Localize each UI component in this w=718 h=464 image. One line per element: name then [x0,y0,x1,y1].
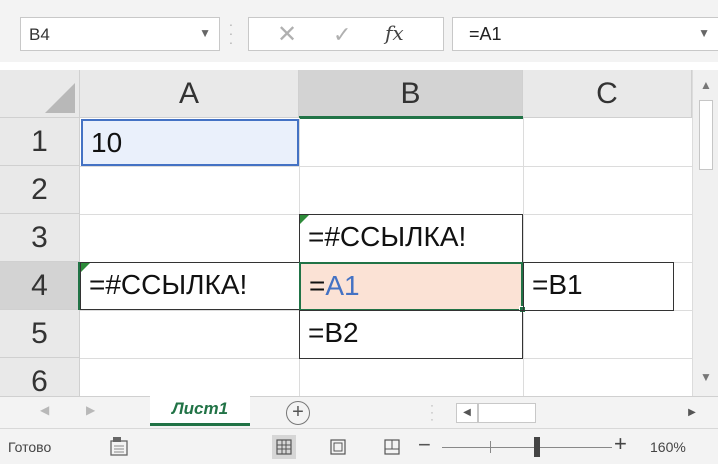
horizontal-scroll-thumb[interactable] [478,403,536,423]
vertical-scroll-thumb[interactable] [699,100,713,170]
row-header-5[interactable]: 5 [0,310,80,358]
formula-reference-a1: A1 [325,270,360,301]
zoom-slider-thumb[interactable] [534,437,540,457]
select-all-triangle-icon [45,83,75,113]
worksheet-grid[interactable]: A B C 1 2 3 4 5 6 10 =#ССЫЛКА! =#ССЫЛКА!… [0,70,718,396]
formula-buttons: ✕ ✓ fx [248,17,444,51]
zoom-slider-track[interactable] [442,447,612,448]
divider-dots-icon[interactable]: · · · [430,399,436,425]
cell-b3-value: =#ССЫЛКА! [308,221,467,252]
insert-function-button[interactable]: fx [385,21,404,45]
row-header-2[interactable]: 2 [0,166,80,214]
formula-text: =A1 [469,24,502,44]
formula-equals: = [309,270,326,301]
scroll-up-icon[interactable]: ▲ [693,78,718,92]
select-all-button[interactable] [0,70,80,118]
enter-icon[interactable]: ✓ [333,22,351,48]
column-b-selection-indicator [299,116,523,119]
zoom-out-icon[interactable]: − [418,432,431,458]
page-break-view-icon[interactable] [380,435,404,459]
tab-prev-icon[interactable]: ◀ [40,403,49,417]
divider-dots-icon: · · · [228,16,234,50]
macro-recording-icon[interactable] [108,435,130,457]
zoom-slider-midpoint [490,441,491,453]
error-indicator-icon [81,263,90,272]
sheet-tab-bar: ◀ ▶ Лист1 + · · · ◀ ▶ [0,396,718,428]
plus-circle-icon[interactable]: + [286,401,310,425]
gridline [80,166,692,167]
vertical-scrollbar[interactable]: ▲ ▼ [692,70,718,396]
page-layout-view-icon[interactable] [326,435,350,459]
formula-input[interactable]: =A1 ▼ [452,17,718,51]
expand-formula-bar-icon[interactable]: ▼ [698,26,710,40]
row-header-6[interactable]: 6 [0,358,80,396]
cancel-icon[interactable]: ✕ [277,20,297,49]
row-header-3[interactable]: 3 [0,214,80,262]
cell-b4-active[interactable]: =A1 [299,262,523,311]
gridline [523,118,524,396]
column-header-c[interactable]: C [523,70,692,118]
status-bar: Готово − + 160% [0,428,718,464]
column-header-a[interactable]: A [80,70,299,118]
scroll-right-icon[interactable]: ▶ [682,403,702,423]
tab-next-icon[interactable]: ▶ [86,403,95,417]
row-header-1[interactable]: 1 [0,118,80,166]
normal-view-icon[interactable] [272,435,296,459]
horizontal-scrollbar[interactable]: ◀ ▶ [454,403,718,423]
cell-c4[interactable]: =B1 [523,262,674,311]
formula-bar: B4 ▼ · · · ✕ ✓ fx =A1 ▼ [0,0,718,62]
name-box[interactable]: B4 ▼ [20,17,220,51]
chevron-down-icon[interactable]: ▼ [199,26,211,40]
name-box-value: B4 [29,25,50,44]
zoom-in-icon[interactable]: + [614,431,627,457]
cell-a4-value: =#ССЫЛКА! [89,269,248,300]
scroll-left-icon[interactable]: ◀ [456,403,478,423]
cell-a1[interactable]: 10 [81,119,299,166]
cell-b5[interactable]: =B2 [299,310,523,359]
scroll-down-icon[interactable]: ▼ [693,370,718,384]
zoom-level[interactable]: 160% [650,439,686,455]
cell-b3[interactable]: =#ССЫЛКА! [299,214,523,263]
sheet-tab-list1[interactable]: Лист1 [150,396,250,426]
status-text: Готово [8,439,52,455]
row-header-4[interactable]: 4 [0,262,80,310]
error-indicator-icon [300,215,309,224]
column-header-b[interactable]: B [299,70,523,118]
cell-a4[interactable]: =#ССЫЛКА! [80,262,300,310]
